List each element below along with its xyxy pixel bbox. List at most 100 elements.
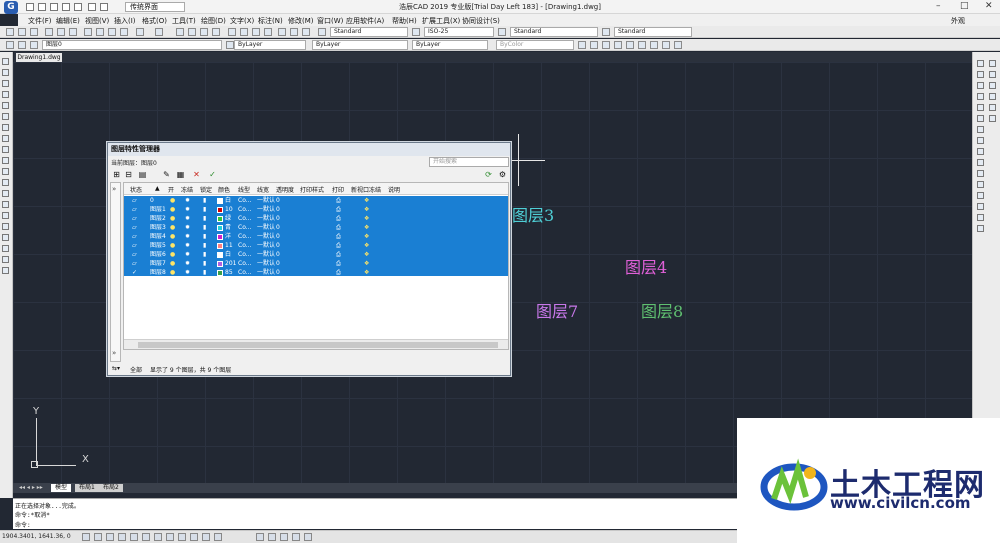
on-bulb-icon[interactable]: ● [170, 215, 175, 223]
menu-collab[interactable]: 协同设计(S) [462, 16, 500, 26]
layer-list[interactable]: 状态 ▲ 开 冻结 锁定 颜色 线型 线宽 透明度 打印样式 打印 新视口冻结 … [123, 182, 509, 350]
arc-icon[interactable] [2, 113, 9, 120]
freeze-sun-icon[interactable]: ✹ [185, 224, 190, 232]
linetype-value[interactable]: Co... [238, 215, 251, 223]
menu-text[interactable]: 文字(X) [230, 16, 254, 26]
linetype-value[interactable]: Co... [238, 206, 251, 214]
lock-icon[interactable]: ▮ [203, 224, 206, 232]
ellipse-icon[interactable] [2, 157, 9, 164]
plot-printer-icon[interactable]: ⎙ [336, 233, 341, 241]
design-center-icon[interactable] [240, 28, 248, 36]
linetype-value[interactable]: Co... [238, 269, 251, 277]
lock-icon[interactable]: ▮ [203, 233, 206, 241]
extend-icon[interactable] [977, 170, 984, 177]
model-space-icon[interactable] [214, 533, 222, 541]
filter-tree-pane[interactable]: » » [110, 182, 121, 362]
zoom-prev-icon[interactable] [212, 28, 220, 36]
sc-icon[interactable] [202, 533, 210, 541]
plot-printer-icon[interactable]: ⎙ [336, 251, 341, 259]
col-linetype[interactable]: 线型 [238, 185, 250, 194]
col-status[interactable]: 状态 [130, 185, 142, 194]
snap-icon[interactable] [82, 533, 90, 541]
fullscreen-icon[interactable] [304, 533, 312, 541]
plot-printer-icon[interactable]: ⎙ [336, 197, 341, 205]
tab-model[interactable]: 模型 [51, 484, 72, 492]
help-icon[interactable] [302, 28, 310, 36]
col-plot[interactable]: 打印 [332, 185, 344, 194]
dialog-title[interactable]: 图层特性管理器 [108, 143, 510, 156]
command-prompt[interactable]: 命令: [15, 520, 31, 529]
layer-row[interactable]: ✓ 图层8 ● ✹ ▮ 85 Co... 一默认 0 ⎙ ❖ [124, 268, 508, 278]
make-block-icon[interactable] [2, 190, 9, 197]
color-swatch[interactable] [217, 243, 223, 249]
mleader-style-select[interactable]: Standard [614, 27, 692, 37]
polyline-icon[interactable] [2, 80, 9, 87]
on-bulb-icon[interactable]: ● [170, 242, 175, 250]
plot-printer-icon[interactable]: ⎙ [336, 215, 341, 223]
copy-icon[interactable] [96, 28, 104, 36]
color-name[interactable]: 白 [225, 251, 231, 259]
lineweight-select[interactable]: ByLayer [412, 40, 488, 50]
annotation-scale-icon[interactable] [256, 533, 264, 541]
color-swatch[interactable] [217, 234, 223, 240]
markup-icon[interactable] [278, 28, 286, 36]
color-swatch[interactable] [217, 261, 223, 267]
transparency-value[interactable]: 0 [276, 215, 280, 223]
explode-icon[interactable] [977, 225, 984, 232]
freeze-sun-icon[interactable]: ✹ [185, 215, 190, 223]
lineweight-value[interactable]: 一默认 [257, 197, 275, 205]
lock-icon[interactable]: ▮ [203, 269, 206, 277]
color-name[interactable]: 绿 [225, 215, 231, 223]
view-icon-4[interactable] [614, 41, 622, 49]
lineweight-value[interactable]: 一默认 [257, 215, 275, 223]
color-name[interactable]: 青 [225, 224, 231, 232]
expand-icon-bottom[interactable]: » [112, 349, 116, 357]
col-plotstyle[interactable]: 打印样式 [300, 185, 324, 194]
linetype-value[interactable]: Co... [238, 242, 251, 250]
color-swatch[interactable] [217, 252, 223, 258]
col-color[interactable]: 颜色 [218, 185, 230, 194]
vp-freeze-icon[interactable]: ❖ [364, 215, 369, 223]
lock-icon[interactable]: ▮ [203, 242, 206, 250]
color-swatch[interactable] [217, 225, 223, 231]
freeze-sun-icon[interactable]: ✹ [185, 251, 190, 259]
col-vpfreeze[interactable]: 新视口冻结 [351, 185, 381, 194]
linetype-value[interactable]: Co... [238, 197, 251, 205]
lineweight-value[interactable]: 一默认 [257, 233, 275, 241]
on-bulb-icon[interactable]: ● [170, 233, 175, 241]
lock-icon[interactable]: ▮ [203, 260, 206, 268]
on-bulb-icon[interactable]: ● [170, 251, 175, 259]
cut-icon[interactable] [84, 28, 92, 36]
drawing-text-layer3[interactable]: 图层3 [512, 202, 554, 226]
close-icon[interactable]: ✕ [985, 1, 993, 11]
lineweight-value[interactable]: 一默认 [257, 260, 275, 268]
layer-select[interactable]: 图层0 [42, 40, 222, 50]
paste-icon[interactable] [108, 28, 116, 36]
zoom-icon[interactable] [188, 28, 196, 36]
layer-name[interactable]: 图层1 [150, 206, 166, 214]
transparency-value[interactable]: 0 [276, 197, 280, 205]
view-cube-icon[interactable] [989, 71, 996, 78]
color-swatch[interactable] [217, 207, 223, 213]
plot-printer-icon[interactable]: ⎙ [336, 224, 341, 232]
add-selected-icon[interactable] [2, 267, 9, 274]
color-name[interactable]: 洋 [225, 233, 231, 241]
menu-dimension[interactable]: 标注(N) [258, 16, 283, 26]
transparency-value[interactable]: 0 [276, 269, 280, 277]
status-icon[interactable]: ▱ [132, 224, 137, 232]
view-icon-3[interactable] [602, 41, 610, 49]
maximize-icon[interactable]: □ [960, 1, 969, 11]
col-lock[interactable]: 锁定 [200, 185, 212, 194]
minimize-icon[interactable]: – [936, 1, 941, 11]
status-icon[interactable]: ▱ [132, 251, 137, 259]
menu-file[interactable]: 文件(F) [28, 16, 52, 26]
mtext-icon[interactable] [2, 256, 9, 263]
document-tab[interactable]: Drawing1.dwg [16, 53, 62, 62]
vp-freeze-icon[interactable]: ❖ [364, 224, 369, 232]
transparency-value[interactable]: 0 [276, 251, 280, 259]
layer-name[interactable]: 图层4 [150, 233, 166, 241]
freeze-sun-icon[interactable]: ✹ [185, 233, 190, 241]
isolate-icon[interactable] [292, 533, 300, 541]
status-icon[interactable]: ▱ [132, 206, 137, 214]
dyn-icon[interactable] [154, 533, 162, 541]
